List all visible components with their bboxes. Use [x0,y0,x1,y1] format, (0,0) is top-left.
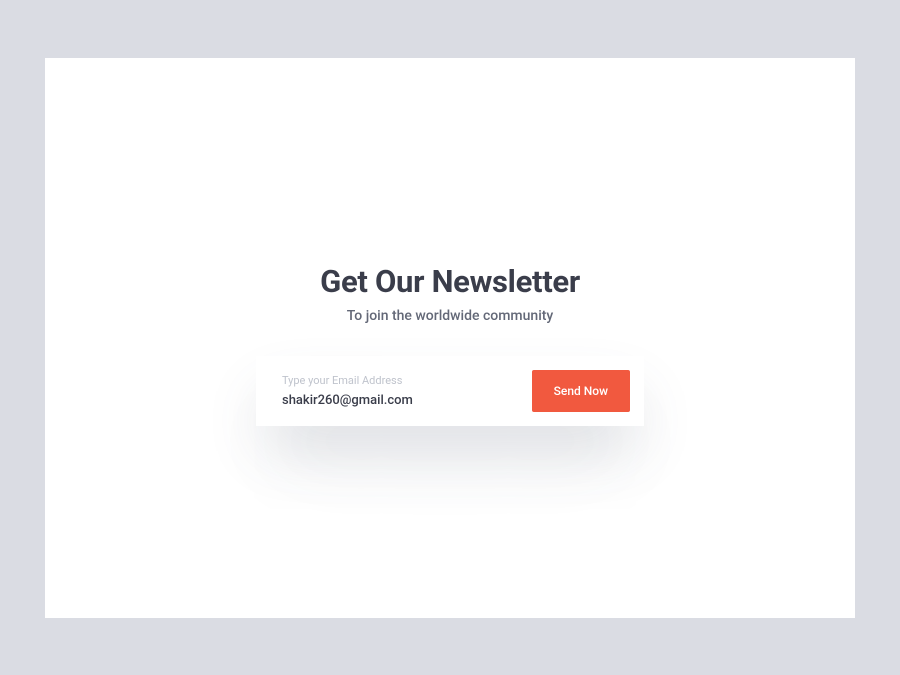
newsletter-section: Get Our Newsletter To join the worldwide… [45,263,855,426]
section-title: Get Our Newsletter [320,263,580,300]
email-placeholder-label: Type your Email Address [282,374,532,387]
section-subtitle: To join the worldwide community [347,308,554,324]
email-input[interactable] [282,393,532,408]
email-field-wrapper: Type your Email Address [282,374,532,408]
send-now-button[interactable]: Send Now [532,370,630,412]
newsletter-form: Type your Email Address Send Now [256,356,644,426]
page-canvas: Get Our Newsletter To join the worldwide… [45,58,855,618]
